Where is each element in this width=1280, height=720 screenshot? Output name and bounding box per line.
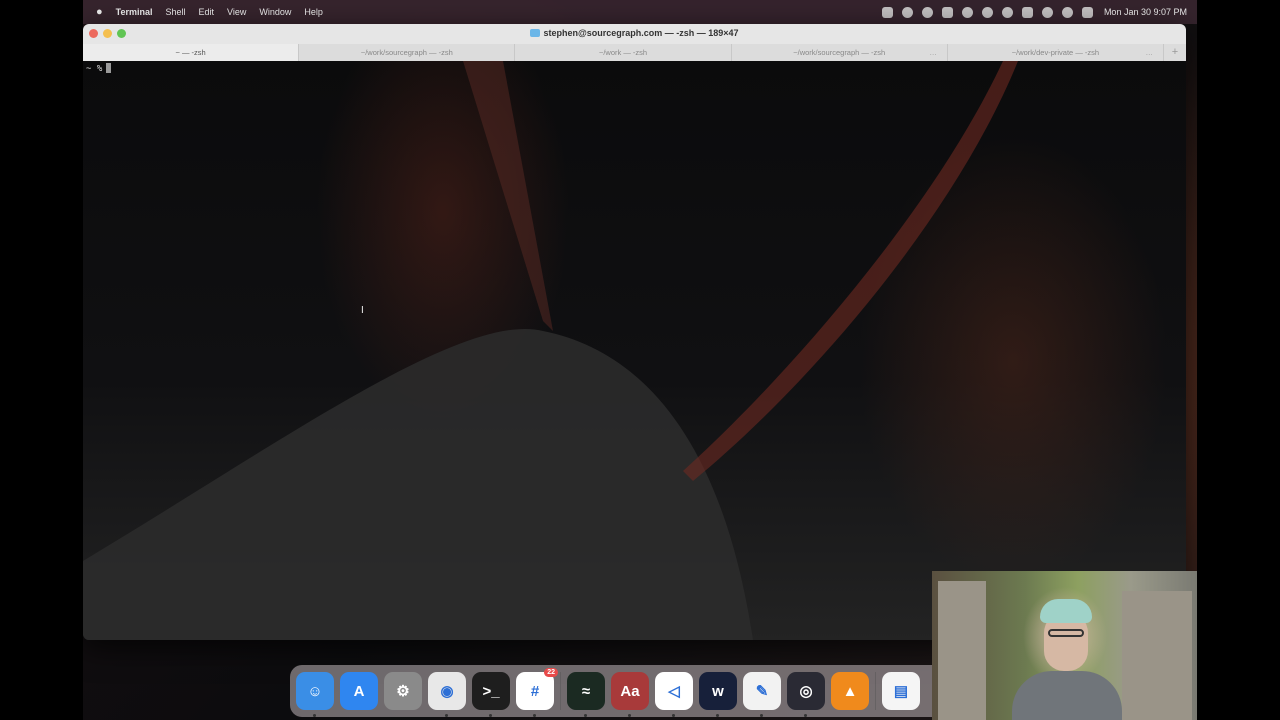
document-icon: ▤ — [893, 683, 909, 700]
app-store-icon: A — [353, 682, 365, 700]
tab-work-dev-private[interactable]: ~/work/dev-private — -zsh … — [946, 44, 1163, 61]
dock-app-activity-monitor[interactable]: ≈ — [567, 672, 605, 717]
dock-separator — [875, 672, 876, 710]
status-focus-icon[interactable] — [1001, 6, 1013, 18]
tab-work-sourcegraph-2[interactable]: ~/work/sourcegraph — -zsh … — [730, 44, 947, 61]
menu-clock[interactable]: Mon Jan 30 9:07 PM — [1104, 7, 1187, 17]
running-indicator — [628, 714, 631, 717]
tab-work-sourcegraph[interactable]: ~/work/sourcegraph — -zsh — [298, 44, 514, 61]
menu-bar: ● Terminal Shell Edit View Window Help M… — [83, 0, 1197, 24]
new-tab-button[interactable]: + — [1163, 44, 1186, 61]
dock-app-slack[interactable]: #22 — [516, 668, 558, 717]
running-indicator — [672, 714, 675, 717]
menu-app-terminal[interactable]: Terminal — [116, 7, 153, 17]
menu-edit[interactable]: Edit — [199, 7, 215, 17]
dock-separator — [560, 672, 561, 710]
dock-app-webex[interactable]: w — [699, 672, 737, 717]
menu-shell[interactable]: Shell — [166, 7, 186, 17]
dock-app-finder[interactable]: ☺ — [296, 672, 334, 717]
webex-icon: w — [712, 682, 724, 700]
backdrop-castle — [1122, 591, 1192, 720]
running-indicator — [533, 714, 536, 717]
dock-app-textedit[interactable]: ✎ — [743, 672, 781, 717]
status-gear-icon[interactable] — [961, 6, 973, 18]
status-obs-icon[interactable] — [981, 6, 993, 18]
tab-ellipsis-icon: … — [929, 48, 937, 57]
tab-work[interactable]: ~/work — -zsh — [514, 44, 730, 61]
terminal-window: stephen@sourcegraph.com — -zsh — 189×47 … — [83, 24, 1186, 640]
dock-app-obs[interactable]: ◎ — [787, 672, 825, 717]
dock-app-system-preferences[interactable]: ⚙ — [384, 672, 422, 710]
backdrop-castle — [938, 581, 986, 720]
folder-icon — [530, 29, 541, 37]
presenter-body — [1012, 671, 1122, 720]
spotlight-search-icon[interactable] — [1061, 6, 1073, 18]
settings-icon: ⚙ — [396, 683, 410, 700]
dock-app-app-store[interactable]: A — [340, 672, 378, 710]
battery-icon[interactable] — [1021, 6, 1033, 18]
prompt-text: ~ % — [86, 64, 103, 74]
tab-ellipsis-icon: … — [1145, 48, 1154, 57]
presenter-glasses — [1048, 629, 1084, 637]
running-indicator — [760, 714, 763, 717]
menu-window[interactable]: Window — [259, 7, 291, 17]
apple-menu-icon[interactable]: ● — [96, 6, 103, 18]
obs-icon: ◎ — [799, 683, 813, 700]
status-area: Mon Jan 30 9:07 PM — [881, 0, 1187, 24]
control-center-icon[interactable] — [1081, 6, 1093, 18]
status-docker-icon[interactable] — [941, 6, 953, 18]
slack-icon: # — [530, 682, 540, 700]
vlc-icon: ▲ — [842, 682, 858, 700]
finder-icon: ☺ — [307, 682, 323, 700]
tab-bar: ~ — -zsh ~/work/sourcegraph — -zsh ~/wor… — [83, 44, 1186, 62]
tab-home-zsh[interactable]: ~ — -zsh — [83, 44, 299, 61]
dock-app-dictionary[interactable]: Aa — [611, 672, 649, 717]
running-indicator — [804, 714, 807, 717]
tab-label: ~/work/dev-private — -zsh — [1011, 48, 1100, 57]
dock-app-terminal[interactable]: >_ — [472, 672, 510, 717]
dictionary-icon: Aa — [620, 682, 640, 700]
dock-app-vscode[interactable]: ◁ — [655, 672, 693, 717]
status-user-icon[interactable] — [881, 6, 893, 18]
terminal-icon: >_ — [482, 682, 500, 700]
ibeam-cursor-icon: I — [361, 305, 364, 316]
terminal-content[interactable]: ~ % I — [83, 61, 1186, 640]
chrome-icon: ◉ — [440, 683, 454, 700]
text-cursor — [106, 63, 112, 73]
notification-badge: 22 — [544, 668, 558, 677]
wifi-icon[interactable] — [1041, 6, 1053, 18]
menu-help[interactable]: Help — [304, 7, 323, 17]
dock-item-document[interactable]: ▤ — [882, 672, 920, 710]
running-indicator — [489, 714, 492, 717]
running-indicator — [445, 714, 448, 717]
running-indicator — [584, 714, 587, 717]
window-title: stephen@sourcegraph.com — -zsh — 189×47 — [83, 28, 1186, 38]
shell-prompt: ~ % — [86, 63, 112, 74]
dock-app-chrome[interactable]: ◉ — [428, 672, 466, 717]
dock: ☺ A ⚙ ◉ >_ #22 ≈ Aa ◁ w ✎ ◎ ▲ ▤ — [290, 665, 956, 717]
webcam-overlay — [932, 571, 1197, 720]
status-globe-icon[interactable] — [921, 6, 933, 18]
vscode-icon: ◁ — [668, 683, 680, 700]
running-indicator — [313, 714, 316, 717]
menu-view[interactable]: View — [227, 7, 246, 17]
running-indicator — [716, 714, 719, 717]
activity-monitor-icon: ≈ — [581, 682, 591, 700]
status-sync-icon[interactable] — [901, 6, 913, 18]
presenter-hair — [1040, 599, 1092, 623]
wallpaper-shape — [83, 61, 1018, 640]
dock-app-vlc[interactable]: ▲ — [831, 672, 869, 710]
window-title-text: stephen@sourcegraph.com — -zsh — 189×47 — [543, 28, 739, 38]
tab-label: ~/work/sourcegraph — -zsh — [793, 48, 886, 57]
textedit-icon: ✎ — [755, 683, 769, 700]
window-titlebar[interactable]: stephen@sourcegraph.com — -zsh — 189×47 — [83, 24, 1186, 44]
